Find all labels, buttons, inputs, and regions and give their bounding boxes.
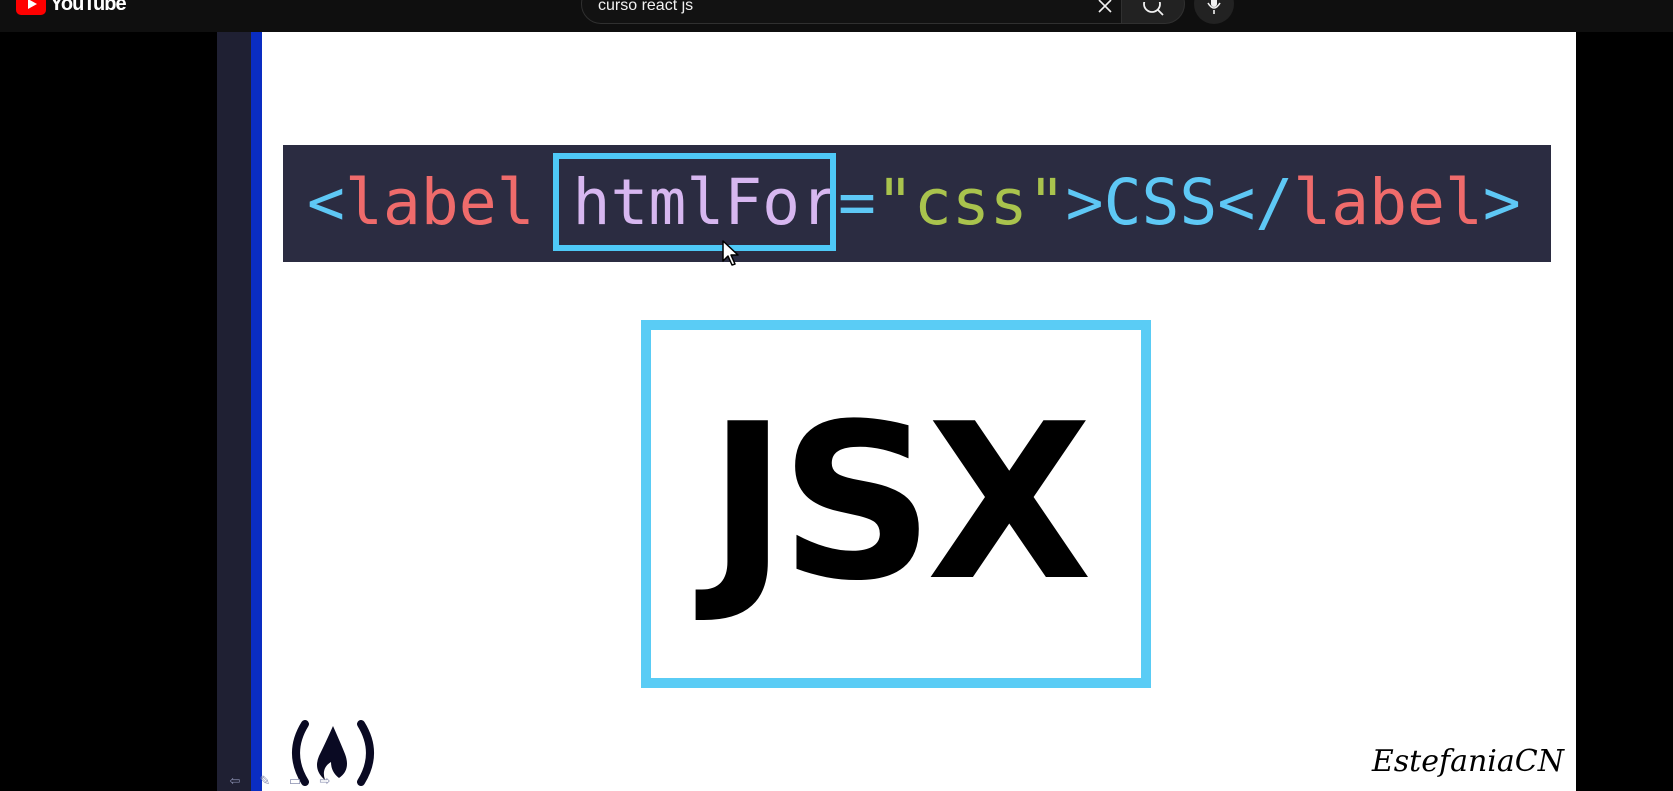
search-icon xyxy=(1143,2,1164,16)
next-slide-icon[interactable]: ⇨ xyxy=(317,775,333,789)
code-line: <label htmlFor="css">CSS</label> xyxy=(307,167,1521,239)
code-end-tag: label xyxy=(1293,166,1483,239)
code-tag: label xyxy=(344,166,535,239)
search-box[interactable] xyxy=(581,0,1122,24)
logo-text: YouTube xyxy=(50,0,127,15)
code-equals: = xyxy=(838,166,876,239)
author-watermark: EstefaniaCN xyxy=(1371,744,1564,779)
video-player[interactable]: <label htmlFor="css">CSS</label> JSX Est… xyxy=(217,32,1576,791)
slides-icon[interactable]: ▭ xyxy=(287,775,303,789)
code-snippet: <label htmlFor="css">CSS</label> xyxy=(283,145,1551,262)
code-close-bracket: > xyxy=(1065,166,1104,239)
code-end-open-bracket: </ xyxy=(1217,166,1294,239)
jsx-label: JSX xyxy=(707,377,1093,628)
slide-accent-strip xyxy=(251,32,262,791)
slide-sidebar xyxy=(217,32,251,791)
code-end-close-bracket: > xyxy=(1482,166,1521,239)
voice-search-button[interactable] xyxy=(1194,0,1234,24)
pen-icon[interactable]: ✎ xyxy=(257,775,273,789)
code-text: CSS xyxy=(1103,166,1218,239)
code-open-bracket: < xyxy=(307,166,345,239)
masthead: YouTube xyxy=(0,0,1673,32)
code-string: "css" xyxy=(875,166,1066,239)
youtube-logo[interactable]: YouTube xyxy=(16,0,127,16)
microphone-icon xyxy=(1207,0,1221,14)
jsx-box: JSX xyxy=(641,320,1151,688)
slide-controls: ⇦ ✎ ▭ ⇨ xyxy=(227,774,333,790)
search-input[interactable] xyxy=(598,0,1048,17)
search-button[interactable] xyxy=(1122,0,1185,24)
clear-search-icon[interactable] xyxy=(1096,0,1114,14)
attribute-highlight xyxy=(553,153,836,251)
youtube-play-icon xyxy=(16,0,46,15)
previous-slide-icon[interactable]: ⇦ xyxy=(227,775,243,789)
mouse-cursor-icon xyxy=(722,240,739,266)
